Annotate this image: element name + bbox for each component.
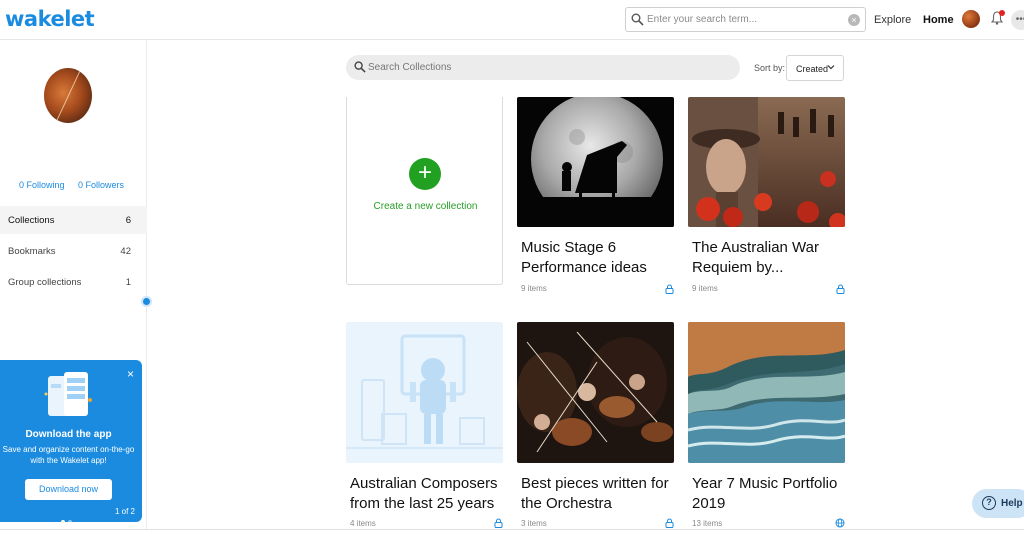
following-link[interactable]: 0 Following <box>19 180 65 190</box>
promo-pagination-dots[interactable] <box>61 511 75 529</box>
collection-item-count: 13 items <box>692 519 723 528</box>
global-search-box[interactable]: × <box>625 7 866 32</box>
download-now-button[interactable]: Download now <box>25 479 112 500</box>
collection-cover-image[interactable] <box>688 322 845 463</box>
lock-icon <box>665 518 674 528</box>
notifications-bell-icon[interactable] <box>990 10 1005 30</box>
globe-icon <box>835 518 845 528</box>
sort-by-label: Sort by: <box>754 63 786 73</box>
collection-title[interactable]: Music Stage 6 Performance ideas <box>521 238 673 278</box>
collection-cover-image[interactable] <box>688 97 845 227</box>
collection-item-count: 3 items <box>521 519 547 528</box>
collections-search-input[interactable] <box>368 58 728 77</box>
create-collection-label[interactable]: Create a new collection <box>347 201 504 212</box>
collection-title[interactable]: Australian Composers from the last 25 ye… <box>350 474 502 514</box>
sidebar-item-count: 1 <box>125 277 131 288</box>
collection-cover-image[interactable] <box>346 322 503 463</box>
sidebar-item-count: 6 <box>125 215 131 226</box>
collections-search-box[interactable] <box>346 55 740 80</box>
bottom-bar <box>0 530 1024 542</box>
followers-link[interactable]: 0 Followers <box>78 180 124 190</box>
question-icon: ? <box>982 496 996 510</box>
collection-title[interactable]: Year 7 Music Portfolio 2019 <box>692 474 844 514</box>
plus-icon[interactable]: + <box>409 158 441 190</box>
wakelet-logo[interactable]: wakelet <box>5 7 95 31</box>
create-collection-card[interactable]: + Create a new collection <box>346 97 503 285</box>
lock-icon <box>494 518 503 528</box>
collection-title[interactable]: The Australian War Requiem by... <box>692 238 844 278</box>
collection-cover-image[interactable] <box>517 322 674 463</box>
sidebar-item-group-collections[interactable]: Group collections 1 <box>0 268 147 296</box>
promo-title: Download the app <box>25 429 112 440</box>
search-icon <box>354 61 366 73</box>
profile-avatar[interactable] <box>44 68 92 123</box>
notification-dot <box>999 10 1005 16</box>
lock-icon <box>665 284 674 294</box>
phones-illustration-icon <box>44 372 92 416</box>
sort-select[interactable]: Created <box>786 55 844 81</box>
sidebar-item-label: Collections <box>8 215 55 226</box>
sidebar-scroll-handle[interactable] <box>141 296 152 307</box>
sidebar-item-bookmarks[interactable]: Bookmarks 42 <box>0 237 147 265</box>
global-search-input[interactable] <box>647 10 847 29</box>
nav-home-link[interactable]: Home <box>923 14 954 26</box>
download-app-promo: × Download the app Save and organize con… <box>0 360 142 524</box>
sidebar-item-collections[interactable]: Collections 6 <box>0 206 147 234</box>
sidebar-item-count: 42 <box>120 246 131 257</box>
help-button[interactable]: ? Help <box>972 489 1024 518</box>
nav-explore-link[interactable]: Explore <box>874 14 911 26</box>
user-avatar-small[interactable] <box>962 10 980 28</box>
chevron-down-icon <box>827 65 835 70</box>
sort-value: Created <box>796 64 829 74</box>
collection-item-count: 9 items <box>692 284 718 293</box>
more-options-icon[interactable]: ••• <box>1011 10 1024 30</box>
close-icon[interactable]: × <box>127 367 134 381</box>
clear-search-icon[interactable]: × <box>848 14 860 26</box>
promo-page-indicator: 1 of 2 <box>114 507 135 516</box>
promo-description: Save and organize content on-the-go with… <box>2 445 135 465</box>
collection-item-count: 4 items <box>350 519 376 528</box>
lock-icon <box>836 284 845 294</box>
help-label: Help <box>1001 498 1023 509</box>
collection-title[interactable]: Best pieces written for the Orchestra <box>521 474 673 514</box>
collection-item-count: 9 items <box>521 284 547 293</box>
sidebar-item-label: Group collections <box>8 277 82 288</box>
collection-cover-image[interactable] <box>517 97 674 227</box>
sidebar-item-label: Bookmarks <box>8 246 56 257</box>
search-icon <box>631 13 644 26</box>
top-bar: wakelet × Explore Home ••• <box>0 0 1024 40</box>
